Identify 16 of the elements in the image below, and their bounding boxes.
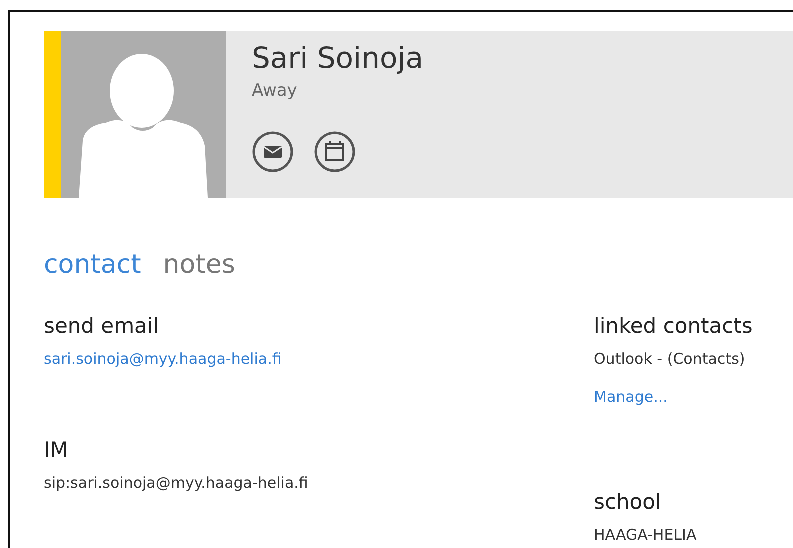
status-text: Away (252, 81, 298, 101)
avatar-silhouette-icon (61, 31, 226, 198)
field-heading: send email (44, 314, 160, 338)
link[interactable]: Manage... (594, 388, 668, 406)
field-value: sip:sari.soinoja@myy.haaga-helia.fi (44, 474, 308, 492)
field-heading: school (594, 490, 662, 514)
email-icon[interactable] (252, 131, 294, 173)
contact-name: Sari Soinoja (252, 41, 424, 75)
field-value: Outlook - (Contacts) (594, 350, 746, 368)
tab[interactable]: notes (163, 250, 236, 280)
tab[interactable]: contact (44, 250, 142, 280)
field-value: HAAGA-HELIA (594, 526, 697, 544)
field-heading: IM (44, 438, 68, 462)
field-heading: linked contacts (594, 314, 753, 338)
calendar-icon[interactable] (314, 131, 356, 173)
link[interactable]: sari.soinoja@myy.haaga-helia.fi (44, 350, 282, 368)
